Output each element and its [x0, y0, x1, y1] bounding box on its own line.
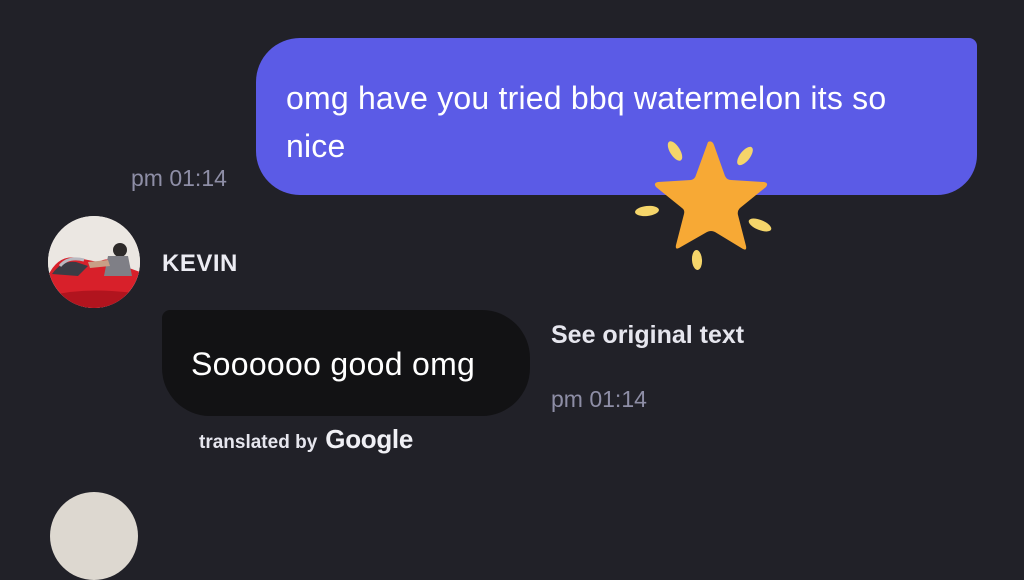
avatar-photo: [48, 216, 140, 308]
see-original-text-link[interactable]: See original text: [551, 321, 744, 350]
google-logo: Google: [325, 424, 414, 454]
star-shape: [654, 141, 768, 250]
chat-view: omg have you tried bbq watermelon its so…: [0, 0, 1024, 580]
sender-name[interactable]: KEVIN: [162, 250, 238, 278]
outgoing-message-bubble[interactable]: omg have you tried bbq watermelon its so…: [256, 38, 977, 195]
outgoing-message-time: pm 01:14: [131, 165, 227, 191]
translation-attribution: translated by Google: [199, 424, 413, 455]
incoming-message-text: Soooooo good omg: [191, 346, 476, 382]
incoming-message-time: pm 01:14: [551, 386, 647, 412]
incoming-message-bubble[interactable]: Soooooo good omg: [162, 310, 530, 416]
next-sender-avatar[interactable]: [50, 492, 138, 580]
translated-by-label: translated by: [199, 432, 318, 453]
sender-avatar[interactable]: [48, 216, 140, 308]
outgoing-message-text: omg have you tried bbq watermelon its so…: [286, 80, 887, 164]
star-sticker: [635, 141, 772, 270]
